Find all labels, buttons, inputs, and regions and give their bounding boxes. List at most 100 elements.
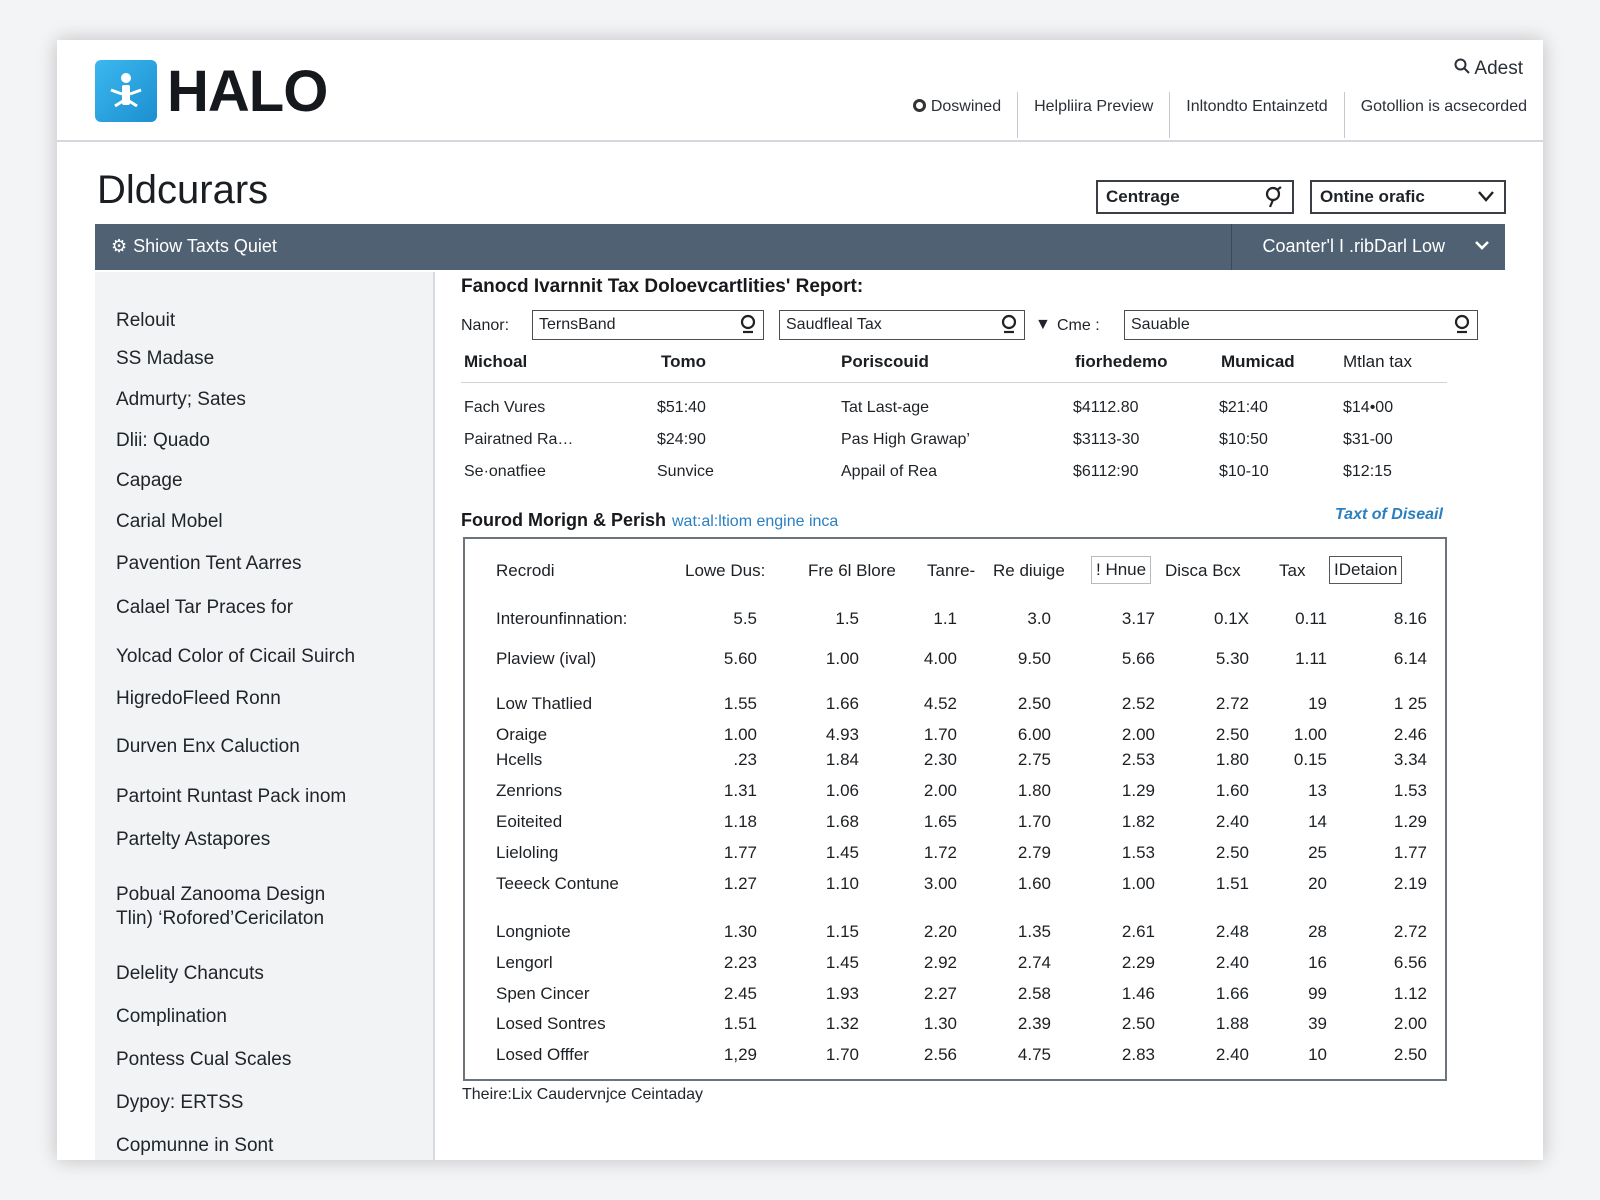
table-cell: 2.00 [923,781,957,800]
sidebar-item[interactable]: Partoint Runtast Pack inom [116,785,346,809]
report-title: Fanocd Ivarnnit Tax Doloevcartlities' Re… [461,276,864,297]
table-cell: Sunvice [657,463,714,480]
table-cell: 4.93 [825,725,859,744]
table-cell: 1.66 [825,694,859,713]
table-cell: 0.11 [1295,609,1327,628]
nav-label: Gotollion is acsecorded [1360,98,1527,115]
sidebar-item[interactable]: Capage [116,469,183,493]
field-value: Saudfleal Tax [786,316,882,333]
sidebar-item[interactable]: Calael Tar Praces for [116,596,293,620]
table-cell: 2.50 [1215,843,1249,862]
table-cell: 2.00 [1393,1014,1427,1033]
nav-accorded[interactable]: Gotollion is acsecorded [1343,92,1543,138]
centrage-select[interactable]: Centrage [1096,180,1294,214]
table-cell: .23 [733,750,757,769]
table-cell: 0.1X [1214,609,1249,628]
table-cell: 2.50 [1017,694,1051,713]
table-cell: 1.68 [825,812,859,831]
online-select[interactable]: Ontine orafic [1310,180,1506,214]
search-icon [1454,58,1471,80]
table-cell: 1.53 [1121,843,1155,862]
user-menu[interactable]: Adest [1454,58,1523,80]
caret-down-icon[interactable]: ▼ [1035,316,1051,334]
tax-field[interactable]: Saudfleal Tax [779,310,1025,340]
row-label: Oraige [496,725,548,744]
table-cell: 1.60 [1017,874,1051,893]
table-cell: 1.51 [1215,874,1249,893]
column-header: Disca Bcx [1165,561,1241,580]
table-cell: 4.75 [1017,1045,1051,1064]
table-cell: Pairatned Ra… [464,431,574,448]
table-cell: $31-00 [1343,431,1393,448]
column-header: Mtlan tax [1343,352,1412,371]
table-cell: $4112.80 [1073,399,1139,416]
sidebar-item[interactable]: Pobual Zanooma Design [116,883,325,907]
sidebar-item[interactable]: SS Madase [116,347,214,371]
toolbar-filter[interactable]: Coanter'l I .ribDarl Low [1231,224,1445,270]
table-cell: 2.79 [1017,843,1051,862]
table-cell: 2.19 [1393,874,1427,893]
table-cell: 3.00 [923,874,957,893]
sidebar-item[interactable]: Partelty Astapores [116,828,270,852]
sauable-field[interactable]: Sauable [1124,310,1478,340]
sidebar-item[interactable]: Admurty; Sates [116,388,246,412]
column-header: Poriscouid [841,352,929,371]
table-cell: 1.46 [1121,984,1155,1003]
table-cell: 1.84 [825,750,859,769]
chevron-down-icon[interactable] [1471,234,1493,261]
detail-link[interactable]: Taxt of Diseail [1335,506,1443,524]
sidebar-item[interactable]: Yolcad Color of Cicail Suirch [116,645,355,669]
nav-label: Doswined [930,98,1002,115]
table-cell: $12:15 [1343,463,1392,480]
sidebar-item[interactable]: Durven Enx Caluction [116,735,300,759]
sidebar-item[interactable]: Dypoy: ERTSS [116,1091,243,1115]
footer-note: Theire:Lix Caudervnjce Ceintaday [462,1086,704,1103]
table-cell: 2.27 [923,984,957,1003]
table-cell: 1.70 [923,725,957,744]
nav-preview[interactable]: Helpliira Preview [1017,92,1169,138]
table-cell: 1.00 [1121,874,1155,893]
sidebar-item[interactable]: Delelity Chancuts [116,962,264,986]
show-taxes-button[interactable]: ⚙ Shiow Taxts Quiet [111,236,277,257]
nav-entertained[interactable]: Inltondto Entainzetd [1169,92,1343,138]
column-header: Lowe Dus: [685,561,766,580]
terms-band-field[interactable]: TernsBand [532,310,764,340]
logo-icon [95,60,157,122]
table-cell: 3.34 [1393,750,1427,769]
chevron-down-icon [1476,186,1496,211]
table-cell: 2.00 [1121,725,1155,744]
column-header: Recrodi [496,561,555,580]
sidebar-item[interactable]: Complination [116,1005,227,1029]
detaion-column-button[interactable]: IDetaion [1329,556,1403,584]
table-cell: 5.5 [733,609,757,628]
table-cell: $10-10 [1219,463,1269,480]
sidebar-item[interactable]: Dlii: Quado [116,429,210,453]
sidebar-item[interactable]: Carial Mobel [116,510,223,534]
column-header: Tax [1279,561,1306,580]
sidebar-item[interactable]: Tlin) ‘Rofored’Cericilaton [116,907,324,931]
sidebar-item[interactable]: Copmunne in Sont [116,1134,273,1158]
table-cell: $3113-30 [1073,431,1140,448]
sidebar-item[interactable]: Pontess Cual Scales [116,1048,291,1072]
row-label: Spen Cincer [496,984,590,1003]
filter-label: Cme : [1057,317,1100,334]
table-cell: 1.77 [723,843,757,862]
filter-row: Nanor: TernsBand Saudfleal Tax ▼ Cme : S… [461,310,1511,342]
table-cell: 2.20 [923,922,957,941]
sidebar-item[interactable]: HigredoFleed Ronn [116,687,281,711]
logo-text: HALO [167,59,328,124]
table-cell: 2.53 [1121,750,1155,769]
detail-table: Recrodi Lowe Dus: Fre 6l Blore Tanre- Re… [463,537,1447,1081]
user-menu-label: Adest [1474,58,1523,79]
table-cell: 1.82 [1121,812,1155,831]
table-cell: $14•00 [1343,399,1394,416]
table-cell: 6.56 [1393,953,1427,972]
row-label: Eoiteited [496,812,563,831]
nav-download[interactable]: Doswined [897,92,1017,138]
table-cell: 1.31 [723,781,757,800]
sidebar-item[interactable]: Relouit [116,309,175,333]
sidebar-item[interactable]: Pavention Tent Aarres [116,552,302,576]
nav-label: Helpliira Preview [1034,98,1154,115]
column-header: Re diuige [993,561,1065,580]
row-label: Lengorl [496,953,553,972]
